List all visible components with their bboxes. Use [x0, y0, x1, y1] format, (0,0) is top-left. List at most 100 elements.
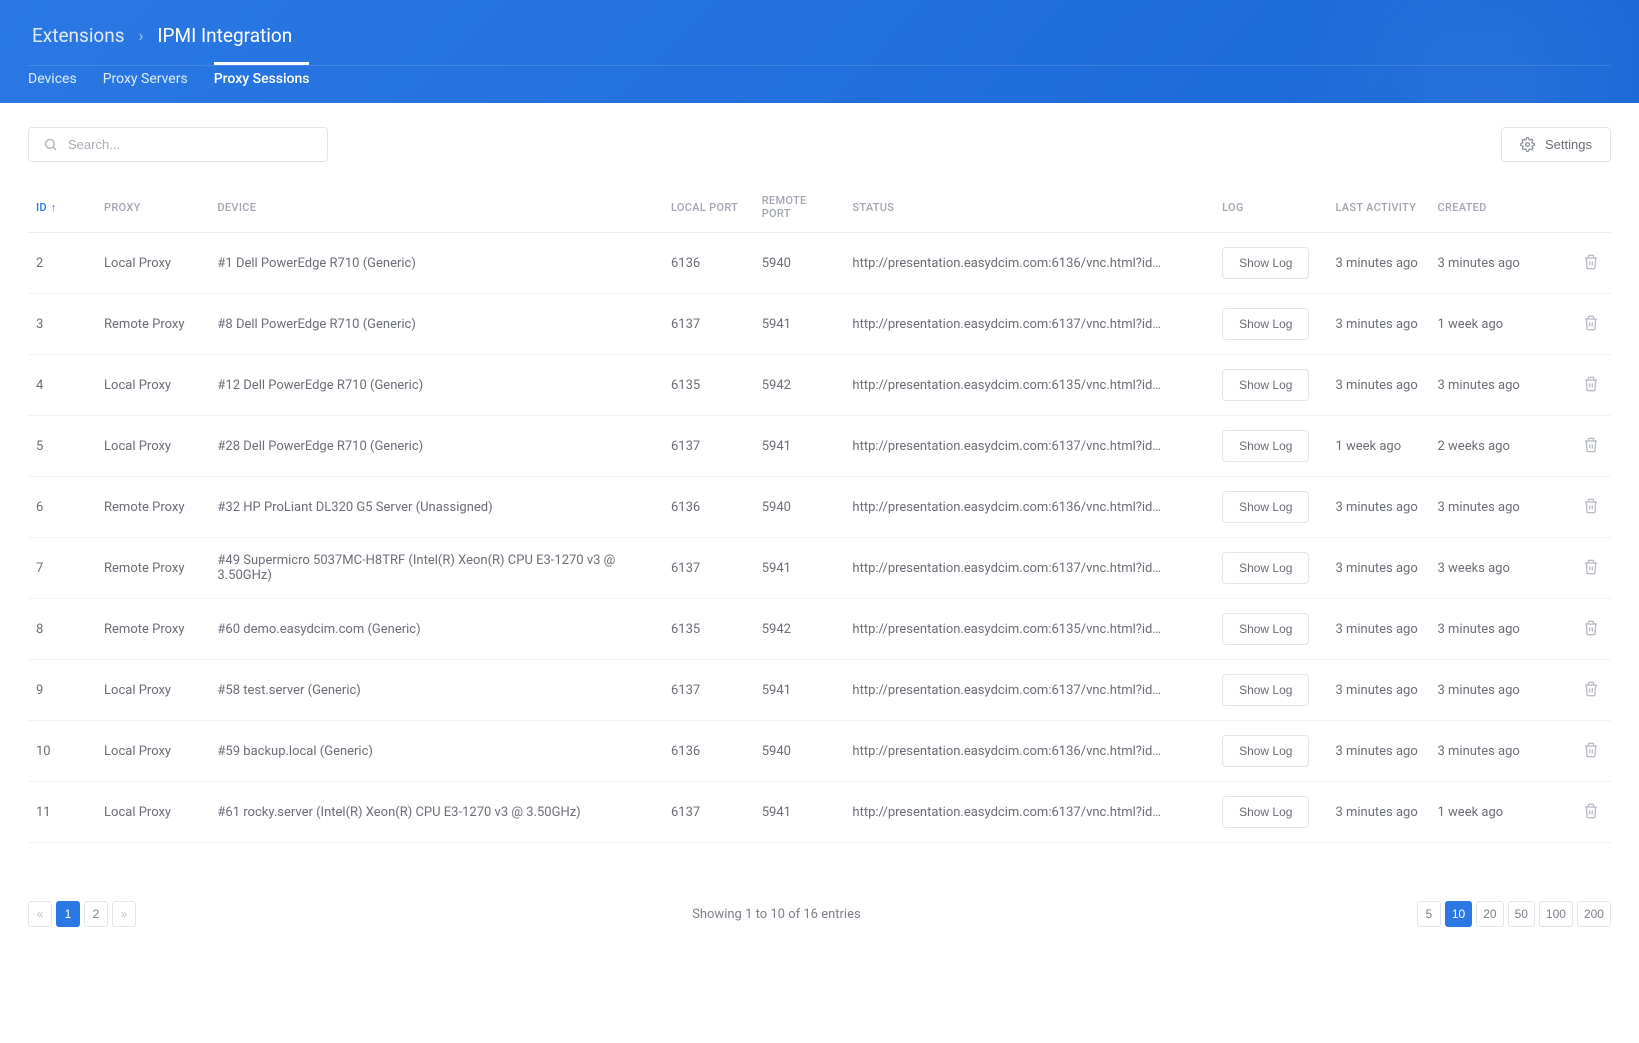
status-link[interactable]: http://presentation.easydcim.com:6137/vn…	[852, 805, 1162, 820]
page-button-1[interactable]: 1	[56, 901, 80, 927]
cell-local-port: 6137	[663, 538, 754, 599]
delete-button[interactable]	[1579, 616, 1603, 643]
cell-proxy: Remote Proxy	[96, 538, 209, 599]
tab-proxy-sessions[interactable]: Proxy Sessions	[214, 62, 310, 103]
cell-remote-port: 5941	[754, 538, 845, 599]
cell-created: 1 week ago	[1430, 782, 1566, 843]
tab-proxy-servers[interactable]: Proxy Servers	[103, 62, 188, 103]
cell-created: 3 minutes ago	[1430, 721, 1566, 782]
trash-icon	[1583, 807, 1599, 822]
show-log-button[interactable]: Show Log	[1222, 735, 1309, 767]
show-log-button[interactable]: Show Log	[1222, 308, 1309, 340]
show-log-button[interactable]: Show Log	[1222, 247, 1309, 279]
status-link[interactable]: http://presentation.easydcim.com:6136/vn…	[852, 744, 1162, 759]
page-button-2[interactable]: 2	[84, 901, 108, 927]
status-link[interactable]: http://presentation.easydcim.com:6137/vn…	[852, 317, 1162, 332]
cell-local-port: 6136	[663, 477, 754, 538]
cell-remote-port: 5942	[754, 355, 845, 416]
page-size-50[interactable]: 50	[1508, 901, 1535, 927]
delete-button[interactable]	[1579, 555, 1603, 582]
status-link[interactable]: http://presentation.easydcim.com:6135/vn…	[852, 378, 1162, 393]
cell-log: Show Log	[1214, 599, 1327, 660]
search-input[interactable]	[68, 137, 313, 152]
status-link[interactable]: http://presentation.easydcim.com:6137/vn…	[852, 439, 1162, 454]
cell-last-activity: 3 minutes ago	[1327, 538, 1429, 599]
col-header-id[interactable]: ID↑	[28, 182, 96, 233]
search-box[interactable]	[28, 127, 328, 162]
show-log-button[interactable]: Show Log	[1222, 491, 1309, 523]
settings-label: Settings	[1545, 137, 1592, 152]
cell-last-activity: 1 week ago	[1327, 416, 1429, 477]
page-size-20[interactable]: 20	[1476, 901, 1503, 927]
cell-proxy: Remote Proxy	[96, 294, 209, 355]
cell-local-port: 6136	[663, 721, 754, 782]
cell-proxy: Local Proxy	[96, 416, 209, 477]
col-header-created[interactable]: CREATED	[1430, 182, 1566, 233]
col-header-device[interactable]: DEVICE	[209, 182, 663, 233]
status-link[interactable]: http://presentation.easydcim.com:6136/vn…	[852, 256, 1162, 271]
tab-devices[interactable]: Devices	[28, 62, 77, 103]
col-header-last-activity[interactable]: LAST ACTIVITY	[1327, 182, 1429, 233]
pagination: «12»	[28, 901, 136, 927]
cell-created: 3 minutes ago	[1430, 599, 1566, 660]
show-log-button[interactable]: Show Log	[1222, 430, 1309, 462]
trash-icon	[1583, 746, 1599, 761]
cell-created: 3 minutes ago	[1430, 660, 1566, 721]
show-log-button[interactable]: Show Log	[1222, 369, 1309, 401]
page-next-button[interactable]: »	[112, 901, 136, 927]
show-log-button[interactable]: Show Log	[1222, 674, 1309, 706]
cell-log: Show Log	[1214, 538, 1327, 599]
trash-icon	[1583, 441, 1599, 456]
delete-button[interactable]	[1579, 372, 1603, 399]
page-size-10[interactable]: 10	[1445, 901, 1472, 927]
cell-proxy: Local Proxy	[96, 355, 209, 416]
cell-log: Show Log	[1214, 233, 1327, 294]
cell-device: #49 Supermicro 5037MC-H8TRF (Intel(R) Xe…	[209, 538, 663, 599]
delete-button[interactable]	[1579, 494, 1603, 521]
cell-last-activity: 3 minutes ago	[1327, 355, 1429, 416]
show-log-button[interactable]: Show Log	[1222, 796, 1309, 828]
cell-status: http://presentation.easydcim.com:6137/vn…	[844, 538, 1214, 599]
toolbar: Settings	[0, 103, 1639, 174]
cell-actions	[1566, 721, 1611, 782]
col-header-log[interactable]: LOG	[1214, 182, 1327, 233]
col-header-proxy[interactable]: PROXY	[96, 182, 209, 233]
trash-icon	[1583, 319, 1599, 334]
sort-asc-icon: ↑	[51, 201, 57, 214]
page-header: Extensions › IPMI Integration DevicesPro…	[0, 0, 1639, 103]
delete-button[interactable]	[1579, 799, 1603, 826]
cell-status: http://presentation.easydcim.com:6137/vn…	[844, 660, 1214, 721]
settings-button[interactable]: Settings	[1501, 127, 1611, 162]
page-size-5[interactable]: 5	[1417, 901, 1441, 927]
page-size-200[interactable]: 200	[1577, 901, 1611, 927]
table-header-row: ID↑ PROXY DEVICE LOCAL PORT REMOTE PORT …	[28, 182, 1611, 233]
cell-log: Show Log	[1214, 477, 1327, 538]
show-log-button[interactable]: Show Log	[1222, 613, 1309, 645]
status-link[interactable]: http://presentation.easydcim.com:6136/vn…	[852, 500, 1162, 515]
col-header-status[interactable]: STATUS	[844, 182, 1214, 233]
delete-button[interactable]	[1579, 738, 1603, 765]
cell-last-activity: 3 minutes ago	[1327, 294, 1429, 355]
cell-created: 3 minutes ago	[1430, 477, 1566, 538]
breadcrumb-root[interactable]: Extensions	[32, 24, 125, 47]
cell-id: 6	[28, 477, 96, 538]
cell-last-activity: 3 minutes ago	[1327, 599, 1429, 660]
status-link[interactable]: http://presentation.easydcim.com:6135/vn…	[852, 622, 1162, 637]
page-prev-button[interactable]: «	[28, 901, 52, 927]
delete-button[interactable]	[1579, 250, 1603, 277]
delete-button[interactable]	[1579, 677, 1603, 704]
trash-icon	[1583, 563, 1599, 578]
show-log-button[interactable]: Show Log	[1222, 552, 1309, 584]
status-link[interactable]: http://presentation.easydcim.com:6137/vn…	[852, 683, 1162, 698]
page-size-100[interactable]: 100	[1539, 901, 1573, 927]
gear-icon	[1520, 137, 1535, 152]
col-header-remote-port[interactable]: REMOTE PORT	[754, 182, 845, 233]
table-row: 3Remote Proxy#8 Dell PowerEdge R710 (Gen…	[28, 294, 1611, 355]
delete-button[interactable]	[1579, 433, 1603, 460]
col-header-local-port[interactable]: LOCAL PORT	[663, 182, 754, 233]
trash-icon	[1583, 380, 1599, 395]
status-link[interactable]: http://presentation.easydcim.com:6137/vn…	[852, 561, 1162, 576]
delete-button[interactable]	[1579, 311, 1603, 338]
cell-id: 3	[28, 294, 96, 355]
cell-actions	[1566, 782, 1611, 843]
